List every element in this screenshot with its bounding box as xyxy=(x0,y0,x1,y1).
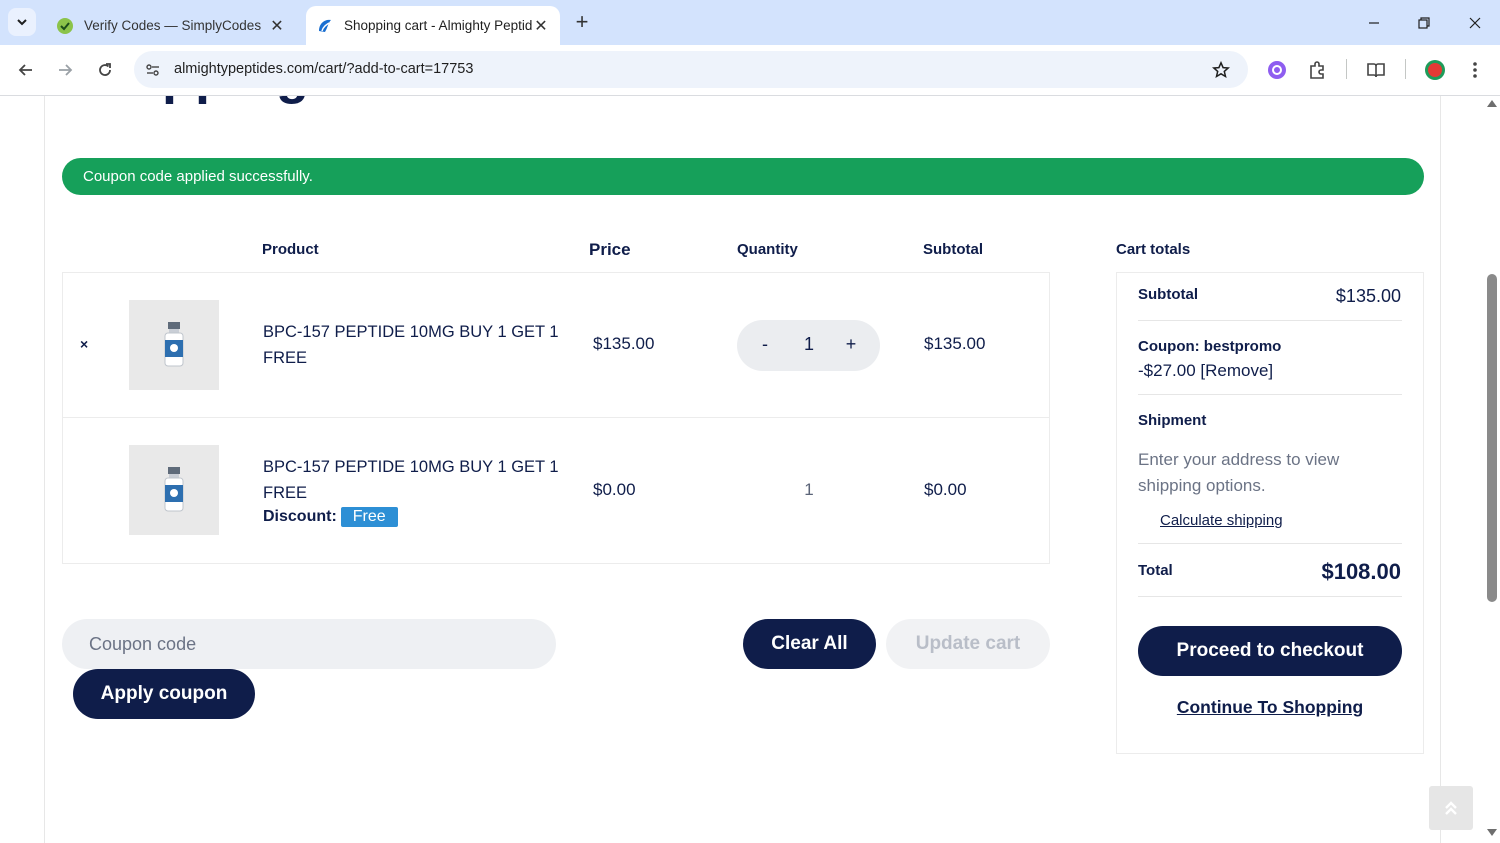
calculate-shipping-link[interactable]: Calculate shipping xyxy=(1160,512,1283,529)
toolbar-divider xyxy=(1405,59,1406,79)
discount-label: Discount: xyxy=(263,508,337,525)
product-name-link[interactable]: BPC-157 PEPTIDE 10MG BUY 1 GET 1 FREE xyxy=(263,454,563,506)
back-to-top-button[interactable] xyxy=(1429,786,1473,830)
item-price: $0.00 xyxy=(593,480,636,499)
chevron-down-icon xyxy=(17,19,27,26)
window-close-icon[interactable] xyxy=(1462,10,1488,36)
coupon-code-input[interactable] xyxy=(62,619,556,669)
scroll-down-arrow-icon[interactable] xyxy=(1487,829,1497,836)
extension-badge-icon[interactable] xyxy=(1264,57,1290,83)
forward-arrow-icon[interactable] xyxy=(52,57,78,83)
page-title: Shopping cart xyxy=(60,96,423,106)
back-arrow-icon[interactable] xyxy=(13,57,39,83)
proceed-to-checkout-button[interactable]: Proceed to checkout xyxy=(1138,626,1402,676)
cart-totals-panel: Subtotal $135.00 Coupon: bestpromo -$27.… xyxy=(1116,272,1424,754)
profile-avatar[interactable] xyxy=(1422,57,1448,83)
shipment-info: Enter your address to view shipping opti… xyxy=(1138,450,1340,495)
close-icon[interactable]: ✕ xyxy=(532,16,550,36)
table-row: BPC-157 PEPTIDE 10MG BUY 1 GET 1 FREE Di… xyxy=(63,418,1049,563)
tab-title: Shopping cart - Almighty Peptides xyxy=(344,18,532,33)
coupon-amount: -$27.00 xyxy=(1138,361,1196,380)
divider xyxy=(1138,596,1402,597)
page-content: Shopping cart Coupon code applied succes… xyxy=(0,96,1500,843)
column-header-product: Product xyxy=(262,241,319,258)
column-header-subtotal: Subtotal xyxy=(923,241,983,258)
column-header-quantity: Quantity xyxy=(737,241,798,258)
success-notice: Coupon code applied successfully. xyxy=(62,158,1424,195)
bookmark-star-icon[interactable] xyxy=(1210,59,1232,81)
tab-search-button[interactable] xyxy=(8,8,36,36)
quantity-increase-button[interactable]: + xyxy=(843,334,859,355)
coupon-label: Coupon: bestpromo xyxy=(1138,338,1282,355)
browser-toolbar: almightypeptides.com/cart/?add-to-cart=1… xyxy=(0,45,1500,96)
total-label: Total xyxy=(1138,562,1173,579)
item-quantity: 1 xyxy=(804,480,814,499)
cart-totals-title: Cart totals xyxy=(1116,241,1191,258)
almighty-favicon-icon xyxy=(319,19,331,32)
apply-coupon-button[interactable]: Apply coupon xyxy=(73,669,255,719)
coupon-discount: -$27.00 [Remove] xyxy=(1138,361,1273,381)
puzzle-extensions-icon[interactable] xyxy=(1304,57,1330,83)
divider xyxy=(1138,320,1402,321)
item-subtotal: $0.00 xyxy=(924,480,967,499)
quantity-stepper: - 1 + xyxy=(737,320,880,371)
subtotal-value: $135.00 xyxy=(1335,286,1401,306)
cart-table: × BPC-157 PEPTIDE 10MG BUY 1 GET 1 FREE … xyxy=(62,272,1050,564)
browser-tabstrip: Verify Codes — SimplyCodes ✕ Shopping ca… xyxy=(0,0,1500,45)
discount-info: Discount: Free xyxy=(263,507,398,527)
reading-list-icon[interactable] xyxy=(1363,57,1389,83)
scroll-up-arrow-icon[interactable] xyxy=(1487,100,1497,107)
divider xyxy=(1138,543,1402,544)
new-tab-button[interactable]: + xyxy=(570,11,594,35)
double-chevron-up-icon xyxy=(1445,801,1457,815)
continue-shopping-link[interactable]: Continue To Shopping xyxy=(1116,697,1424,718)
product-image[interactable] xyxy=(129,445,219,535)
page-scrollbar[interactable] xyxy=(1484,96,1500,843)
scrollbar-thumb[interactable] xyxy=(1487,274,1497,602)
quantity-decrease-button[interactable]: - xyxy=(757,334,773,355)
restore-icon[interactable] xyxy=(1411,10,1437,36)
total-value: $108.00 xyxy=(1321,559,1401,584)
free-badge: Free xyxy=(340,507,398,527)
tab-simplycodes[interactable]: Verify Codes — SimplyCodes ✕ xyxy=(44,6,298,45)
site-settings-icon[interactable] xyxy=(142,59,164,81)
content-border xyxy=(1440,96,1441,843)
reload-icon[interactable] xyxy=(92,57,118,83)
address-bar[interactable]: almightypeptides.com/cart/?add-to-cart=1… xyxy=(134,51,1248,88)
product-name-link[interactable]: BPC-157 PEPTIDE 10MG BUY 1 GET 1 FREE xyxy=(263,319,563,371)
item-subtotal: $135.00 xyxy=(924,334,986,353)
subtotal-label: Subtotal xyxy=(1138,286,1198,303)
item-price: $135.00 xyxy=(593,334,655,353)
simplycodes-favicon-icon xyxy=(57,17,73,34)
more-menu-icon[interactable] xyxy=(1462,57,1488,83)
remove-coupon-link[interactable]: [Remove] xyxy=(1200,361,1273,380)
column-header-price: Price xyxy=(589,240,631,259)
divider xyxy=(1138,394,1402,395)
remove-item-button[interactable]: × xyxy=(80,336,88,352)
toolbar-divider xyxy=(1346,59,1347,79)
product-image[interactable] xyxy=(129,300,219,390)
peptide-vial-icon xyxy=(164,467,184,512)
tab-title: Verify Codes — SimplyCodes xyxy=(84,18,262,33)
peptide-vial-icon xyxy=(164,322,184,367)
quantity-input[interactable]: 1 xyxy=(799,334,819,355)
close-icon[interactable]: ✕ xyxy=(268,16,286,36)
url-text: almightypeptides.com/cart/?add-to-cart=1… xyxy=(174,61,474,77)
clear-all-button[interactable]: Clear All xyxy=(743,619,876,669)
minimize-icon[interactable] xyxy=(1361,10,1387,36)
tab-shopping-cart[interactable]: Shopping cart - Almighty Peptides ✕ xyxy=(306,6,560,45)
update-cart-button[interactable]: Update cart xyxy=(886,619,1050,669)
table-row: × BPC-157 PEPTIDE 10MG BUY 1 GET 1 FREE … xyxy=(63,273,1049,418)
shipment-label: Shipment xyxy=(1138,412,1207,429)
content-border xyxy=(44,96,45,843)
